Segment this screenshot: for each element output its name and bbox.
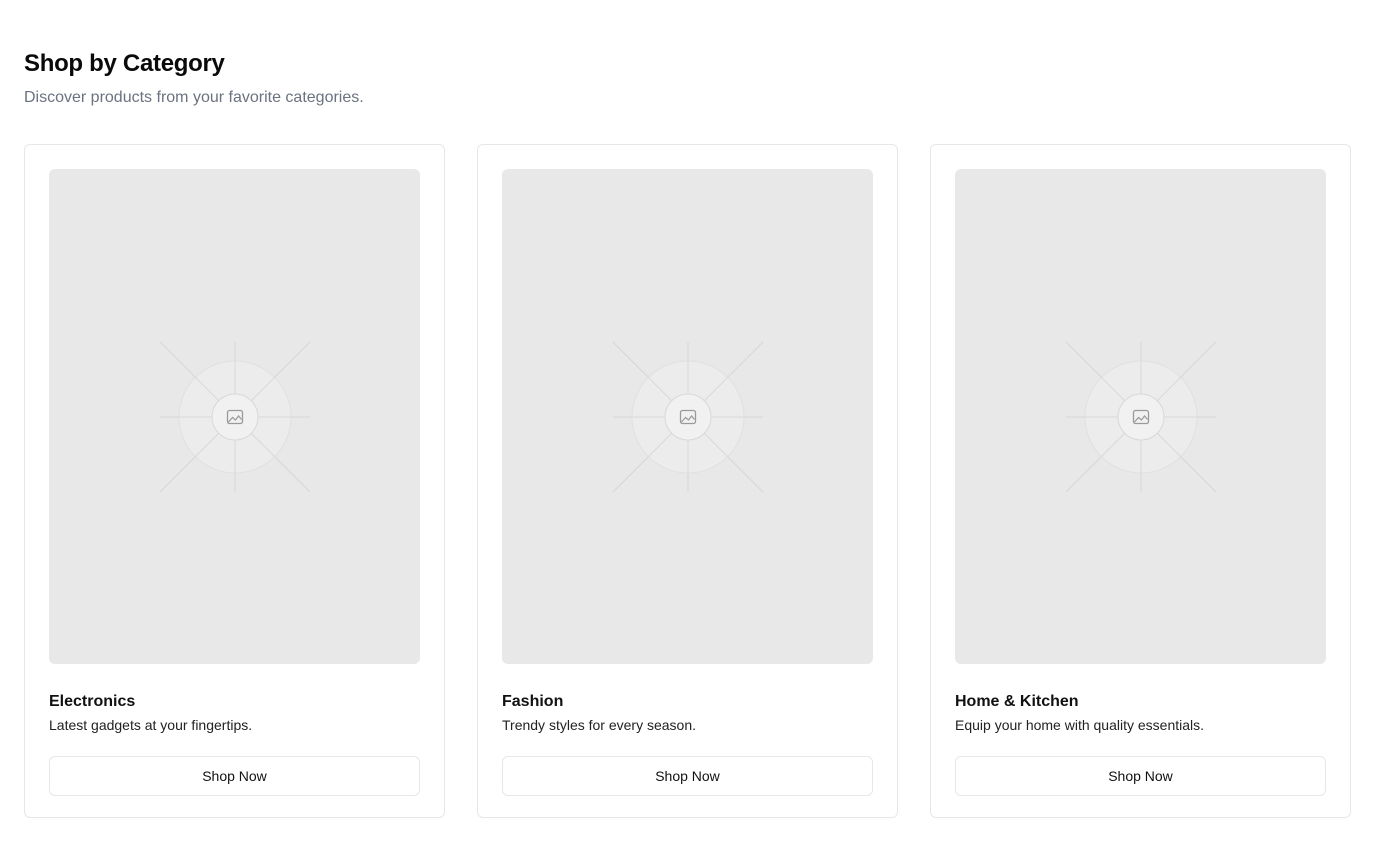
category-card-fashion: Fashion Trendy styles for every season. …: [477, 144, 898, 818]
category-title: Electronics: [49, 693, 136, 710]
shop-now-button[interactable]: Shop Now: [49, 756, 420, 796]
image-placeholder-icon: [612, 341, 763, 492]
category-title: Home & Kitchen: [955, 693, 1079, 710]
shop-now-button[interactable]: Shop Now: [955, 756, 1326, 796]
category-card-electronics: Electronics Latest gadgets at your finge…: [24, 144, 445, 818]
category-image-placeholder: [49, 169, 420, 664]
category-card-home-kitchen: Home & Kitchen Equip your home with qual…: [930, 144, 1351, 818]
page-title: Shop by Category: [24, 50, 225, 77]
category-section: Shop by Category Discover products from …: [0, 0, 1376, 863]
category-description: Latest gadgets at your fingertips.: [49, 717, 253, 733]
category-title: Fashion: [502, 693, 564, 710]
category-image-placeholder: [502, 169, 873, 664]
category-image-placeholder: [955, 169, 1326, 664]
category-description: Trendy styles for every season.: [502, 717, 697, 733]
category-grid: Electronics Latest gadgets at your finge…: [24, 144, 1352, 818]
shop-now-button[interactable]: Shop Now: [502, 756, 873, 796]
image-placeholder-icon: [1065, 341, 1216, 492]
image-placeholder-icon: [159, 341, 310, 492]
category-description: Equip your home with quality essentials.: [955, 717, 1205, 733]
page-subtitle: Discover products from your favorite cat…: [24, 89, 364, 106]
